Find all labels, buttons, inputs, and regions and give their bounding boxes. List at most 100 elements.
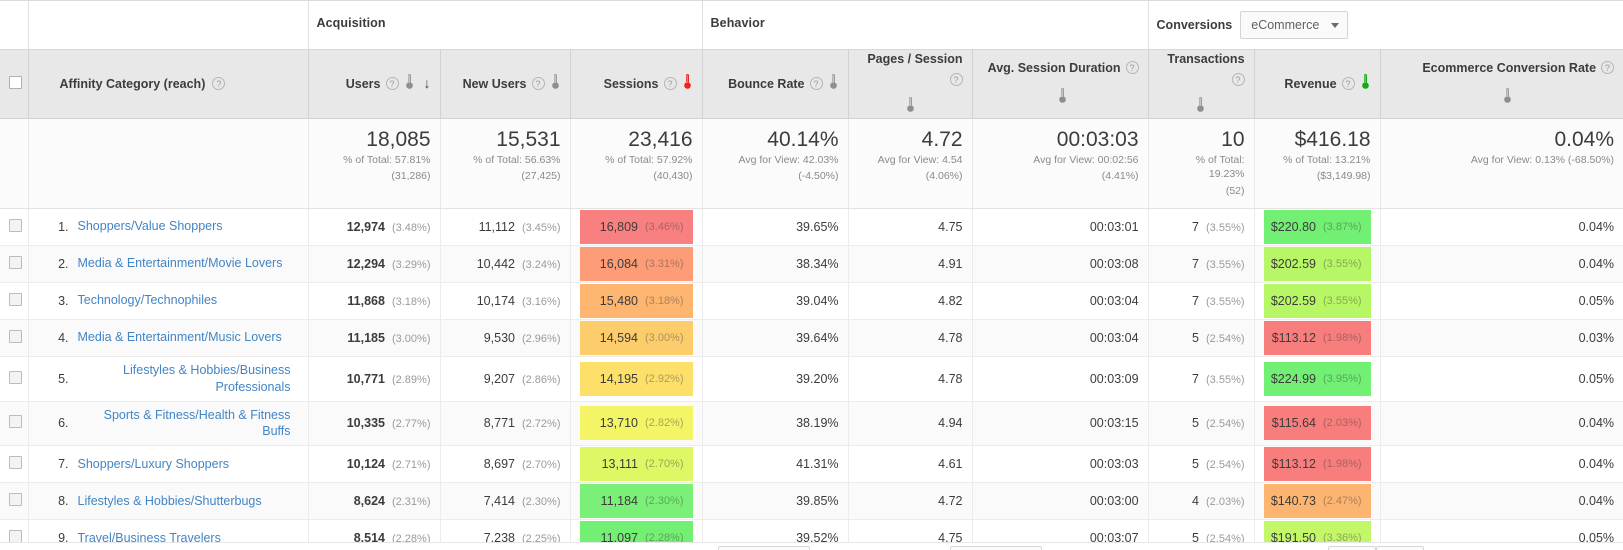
cell-pages-per-session: 4.91 [848,245,973,283]
row-select-checkbox[interactable] [9,329,22,343]
row-index: 7. [58,457,69,472]
select-all-checkbox[interactable] [9,75,22,89]
cell-sessions: 16,809 (3.46%) [570,208,703,246]
affinity-category-link[interactable]: Technology/Technophiles [78,292,218,309]
column-header-users[interactable]: Users ? ↓ [308,48,441,119]
table-row: 8. Lifestyles & Hobbies/Shutterbugs 8,624 (… [0,482,1623,521]
group-conversions: Conversions eCommerce [1148,1,1623,49]
summary-dimension-cell [28,118,309,209]
thermometer-icon[interactable] [1057,87,1068,109]
summary-sessions-value: 23,416 [628,127,693,151]
cell-sessions: 14,594 (3.00%) [570,319,703,357]
group-blank-checkbox-cell [0,1,29,49]
summary-ecr-value: 0.04% [1554,127,1615,151]
affinity-category-link[interactable]: Lifestyles & Hobbies/Shutterbugs [78,493,262,510]
help-icon[interactable]: ? [809,77,823,91]
summary-avg-session-duration-line1: Avg for View: 00:02:56 [1033,154,1139,167]
thermometer-icon[interactable] [550,73,561,95]
cell-avg-session-duration: 00:03:09 [972,356,1149,402]
column-header-revenue[interactable]: Revenue ? [1254,48,1381,119]
cell-new-users: 7,414 (2.30%) [440,482,571,521]
sort-descending-icon[interactable]: ↓ [424,73,431,93]
cell-pages-per-session-value: 4.61 [938,457,963,472]
affinity-category-link[interactable]: Media & Entertainment/Music Lovers [78,329,282,346]
affinity-category-link[interactable]: Shoppers/Luxury Shoppers [78,456,229,473]
next-page-button[interactable] [1376,546,1424,550]
thermometer-icon-active[interactable] [1360,73,1371,95]
help-icon[interactable]: ? [212,77,226,91]
column-header-transactions[interactable]: Transactions ? [1148,48,1255,119]
cell-transactions-value: 7 [1192,293,1199,308]
cell-transactions-value: 7 [1192,371,1199,386]
help-icon[interactable]: ? [531,77,545,91]
table-row: 3. Technology/Technophiles 11,868 (3.18%) 10… [0,282,1623,320]
row-select-checkbox[interactable] [9,218,22,232]
help-icon[interactable]: ? [385,77,399,91]
thermometer-icon[interactable] [828,73,839,95]
conversions-select[interactable]: eCommerce [1240,11,1349,39]
cell-bounce-rate: 39.04% [702,282,849,320]
column-header-ecommerce-conversion-rate[interactable]: Ecommerce Conversion Rate ? [1380,48,1623,119]
row-select-checkbox[interactable] [9,255,22,269]
thermometer-icon[interactable] [1195,96,1206,118]
cell-transactions-percent: (2.54%) [1206,332,1245,345]
cell-avg-session-duration-value: 00:03:01 [1089,219,1139,234]
row-select-checkbox[interactable] [9,493,22,507]
help-icon[interactable]: ? [1601,61,1615,75]
summary-bounce-rate-line2: (-4.50%) [798,170,839,183]
row-index: 1. [58,219,69,234]
cell-revenue-value: $140.73 [1270,494,1316,509]
cell-users-value: 12,974 [346,219,385,234]
prev-page-button[interactable] [1328,546,1376,550]
help-icon[interactable]: ? [1341,77,1355,91]
summary-users: 18,085 % of Total: 57.81% (31,286) [308,118,441,209]
row-select-checkbox[interactable] [9,370,22,384]
cell-sessions-percent: (2.70%) [644,458,684,471]
rows-per-page-control[interactable] [718,546,810,550]
cell-new-users-value: 9,530 [483,330,515,345]
cell-sessions: 13,111 (2.70%) [570,445,703,484]
affinity-category-link[interactable]: Sports & Fitness/Health & Fitness Buffs [78,407,291,441]
affinity-category-link[interactable]: Shoppers/Value Shoppers [78,218,223,235]
summary-revenue-value: $416.18 [1294,127,1371,151]
summary-revenue-line1: % of Total: 13.21% [1283,154,1371,167]
cell-new-users-percent: (2.96%) [521,332,561,345]
column-header-new-users[interactable]: New Users ? [440,48,571,119]
help-icon[interactable]: ? [1231,72,1245,86]
summary-bounce-rate-value: 40.14% [767,127,839,151]
column-header-sessions[interactable]: Sessions ? [570,48,703,119]
cell-sessions-value: 11,184 [600,494,638,509]
column-header-pages-per-session[interactable]: Pages / Session ? [848,48,973,119]
thermometer-icon[interactable] [905,96,916,118]
cell-sessions-heatmap: 16,809 (3.46%) [579,209,693,244]
table-row: 4. Media & Entertainment/Music Lovers 11,1… [0,319,1623,357]
cell-pages-per-session: 4.72 [848,482,973,521]
cell-transactions-percent: (3.55%) [1206,221,1245,234]
cell-revenue-percent: (3.55%) [1323,294,1362,307]
cell-avg-session-duration: 00:03:08 [972,245,1149,283]
row-select-checkbox[interactable] [9,415,22,429]
affinity-category-link[interactable]: Media & Entertainment/Movie Lovers [78,255,283,272]
column-header-bounce-rate[interactable]: Bounce Rate ? [702,48,849,119]
cell-transactions: 5 (2.54%) [1148,319,1255,357]
thermometer-icon[interactable] [1502,87,1513,109]
row-select-checkbox[interactable] [9,292,22,306]
group-conversions-label: Conversions [1156,18,1233,32]
summary-users-line2: (31,286) [391,170,431,183]
help-icon[interactable]: ? [949,72,963,86]
cell-new-users: 10,174 (3.16%) [440,282,571,320]
row-select-checkbox[interactable] [9,456,22,470]
thermometer-icon-active[interactable] [682,73,693,95]
help-icon[interactable]: ? [1125,61,1139,75]
cell-bounce-rate: 39.65% [702,208,849,246]
summary-transactions-line1: % of Total: 19.23% [1195,154,1245,181]
affinity-category-link[interactable]: Lifestyles & Hobbies/Business Profession… [78,362,290,396]
cell-users-value: 12,294 [346,256,385,271]
help-icon[interactable]: ? [663,77,677,91]
cell-transactions-percent: (2.54%) [1206,418,1245,431]
cell-users-percent: (2.89%) [391,373,431,386]
summary-new-users: 15,531 % of Total: 56.63% (27,425) [440,118,571,209]
goto-page-control[interactable] [950,546,1042,550]
column-header-avg-session-duration[interactable]: Avg. Session Duration ? [972,48,1149,119]
thermometer-icon[interactable] [404,73,415,95]
